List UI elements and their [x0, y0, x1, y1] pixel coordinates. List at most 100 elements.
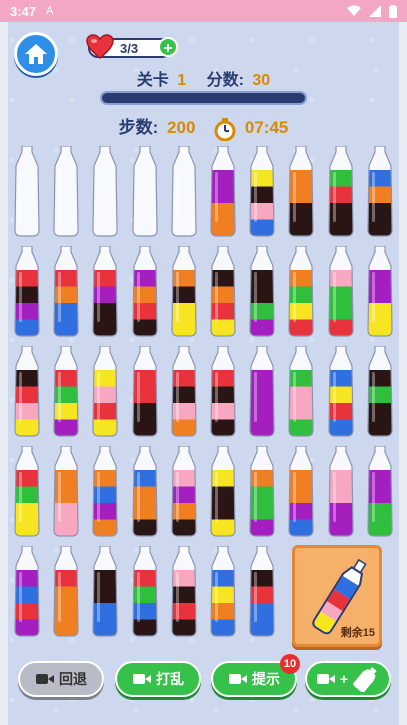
bottle[interactable] [130, 146, 160, 238]
bottle[interactable] [12, 546, 42, 638]
liquid-layer [250, 386, 275, 404]
video-camera-icon [36, 674, 54, 684]
bottle[interactable] [51, 446, 81, 538]
add-lives-button[interactable]: + [158, 37, 178, 57]
liquid-layer [132, 570, 157, 588]
liquid-layer [54, 603, 79, 621]
liquid-layer [211, 203, 235, 221]
bottle[interactable] [326, 146, 356, 238]
liquid-layer [171, 370, 196, 388]
bottle[interactable] [169, 146, 199, 238]
bottle[interactable] [130, 346, 160, 438]
liquid-layer [289, 486, 314, 504]
bottle[interactable] [51, 346, 81, 438]
video-camera-icon [229, 674, 247, 684]
liquid-layer [328, 403, 353, 421]
bottle[interactable] [208, 146, 238, 238]
bonus-bottle-card[interactable]: 剩余15 [292, 545, 382, 647]
bottle[interactable] [247, 346, 277, 438]
bottle[interactable] [208, 246, 238, 338]
stopwatch-icon [214, 117, 236, 141]
bottle[interactable] [169, 246, 199, 338]
bottle[interactable] [286, 446, 316, 538]
bottle[interactable] [51, 146, 81, 238]
bottle[interactable] [247, 146, 277, 238]
bottle[interactable] [286, 346, 316, 438]
liquid-layer [93, 286, 118, 304]
liquid-layer [54, 270, 79, 288]
bottle[interactable] [365, 346, 395, 438]
bottle[interactable] [51, 246, 81, 338]
liquid-layer [250, 503, 275, 521]
bottle[interactable] [326, 246, 356, 338]
bottle[interactable] [90, 546, 120, 638]
liquid-layer [328, 370, 353, 388]
bottle[interactable] [365, 146, 395, 238]
liquid-layer [15, 403, 39, 421]
bottle[interactable] [169, 546, 199, 638]
bottle[interactable] [12, 346, 42, 438]
bottle[interactable] [247, 246, 277, 338]
undo-button[interactable]: 回退 [18, 661, 104, 697]
level-score-line: 关卡 1 分数: 30 [0, 66, 407, 90]
bottle[interactable] [286, 146, 316, 238]
bottle[interactable] [130, 446, 160, 538]
liquid-layer [93, 270, 118, 288]
status-right-icons [347, 4, 397, 18]
bottle[interactable] [130, 246, 160, 338]
video-camera-icon [133, 674, 151, 684]
bottle[interactable] [208, 346, 238, 438]
bottle[interactable] [90, 346, 120, 438]
liquid-layer [15, 270, 39, 288]
liquid-layer [250, 570, 275, 588]
add-bottle-button[interactable]: + [305, 661, 391, 697]
liquid-layer [367, 470, 392, 488]
liquid-layer [54, 486, 79, 504]
bottle[interactable] [247, 546, 277, 638]
liquid-layer [171, 270, 196, 288]
liquid-layer [328, 286, 353, 304]
liquid-layer [171, 586, 196, 604]
bottle[interactable] [208, 446, 238, 538]
liquid-layer [93, 570, 118, 588]
bottle[interactable] [365, 246, 395, 338]
liquid-layer [132, 403, 157, 421]
bottle[interactable] [12, 246, 42, 338]
liquid-layer [367, 286, 392, 304]
liquid-layer [328, 470, 353, 488]
bottle[interactable] [12, 146, 42, 238]
liquid-layer [328, 270, 353, 288]
liquid-layer [211, 303, 235, 321]
liquid-layer [250, 470, 275, 488]
hint-label: 提示 [252, 671, 280, 687]
liquid-layer [289, 470, 314, 488]
bottle[interactable] [51, 546, 81, 638]
shuffle-button[interactable]: 打乱 [115, 661, 201, 697]
liquid-layer [289, 386, 314, 404]
liquid-layer [211, 486, 235, 504]
bottle[interactable] [12, 446, 42, 538]
liquid-layer [132, 486, 157, 504]
bottle[interactable] [169, 346, 199, 438]
bottle[interactable] [90, 246, 120, 338]
lives-count: 3/3 [120, 41, 139, 56]
liquid-layer [171, 486, 196, 504]
bottle[interactable] [247, 446, 277, 538]
liquid-layer [328, 386, 353, 404]
bottle[interactable] [326, 446, 356, 538]
bottle[interactable] [208, 546, 238, 638]
bottle[interactable] [326, 346, 356, 438]
bottle[interactable] [90, 146, 120, 238]
bottle[interactable] [169, 446, 199, 538]
video-camera-icon [316, 674, 335, 684]
liquid-layer [132, 303, 157, 321]
home-icon [25, 44, 47, 64]
bottle[interactable] [130, 546, 160, 638]
liquid-layer [289, 270, 314, 288]
bottle[interactable] [90, 446, 120, 538]
liquid-layer [15, 570, 39, 588]
liquid-layer [15, 603, 39, 621]
liquid-layer [132, 270, 157, 288]
bottle[interactable] [286, 246, 316, 338]
bottle[interactable] [365, 446, 395, 538]
